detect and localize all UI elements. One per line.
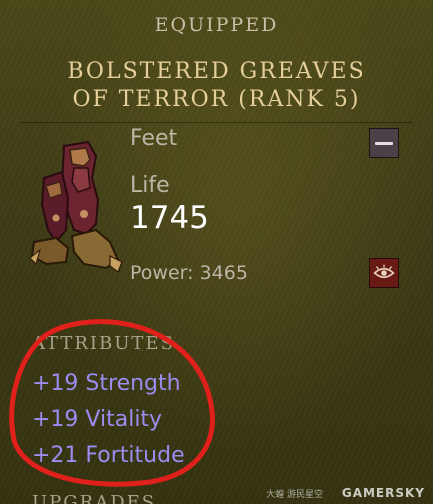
attribute-vitality: +19 Vitality bbox=[32, 407, 163, 432]
watermark-prefix: 大蝗 游民星空 bbox=[266, 490, 323, 500]
upgrades-header: UPGRADES bbox=[32, 492, 157, 504]
attributes-header: ATTRIBUTES bbox=[32, 333, 175, 354]
slot-type-icon[interactable] bbox=[369, 128, 399, 158]
eye-icon[interactable] bbox=[369, 258, 399, 288]
power-value: Power: 3465 bbox=[130, 262, 248, 284]
slot-label: Feet bbox=[130, 126, 178, 151]
equipped-header: EQUIPPED bbox=[154, 14, 279, 36]
greaves-item-image[interactable] bbox=[26, 138, 130, 280]
item-name-line2: of Terror (Rank 5) bbox=[72, 87, 361, 112]
attribute-strength: +19 Strength bbox=[32, 371, 181, 396]
life-label: Life bbox=[130, 173, 170, 198]
item-name: Bolstered Greaves of Terror (Rank 5) bbox=[0, 58, 433, 114]
divider bbox=[20, 122, 413, 123]
life-value: 1745 bbox=[130, 200, 209, 236]
watermark-logo: GAMERSKY bbox=[341, 486, 425, 500]
item-name-line1: Bolstered Greaves bbox=[67, 59, 366, 84]
attribute-fortitude: +21 Fortitude bbox=[32, 443, 185, 468]
item-tooltip: EQUIPPED Bolstered Greaves of Terror (Ra… bbox=[0, 0, 433, 504]
